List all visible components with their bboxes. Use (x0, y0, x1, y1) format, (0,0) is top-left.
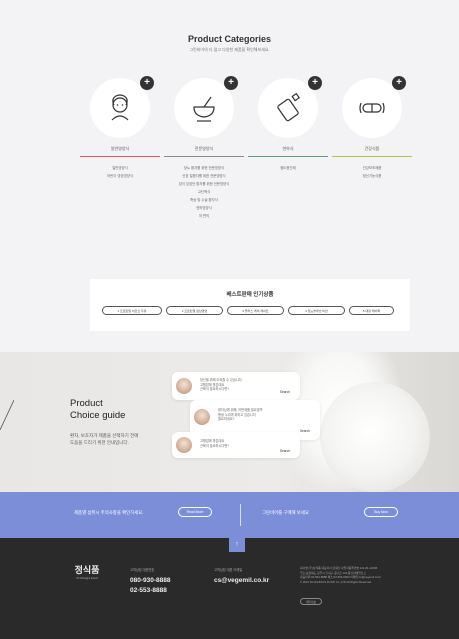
category-underline (80, 156, 160, 157)
category-items: 당뇨 환자를 위한 전문영양식 신장 질환자를 위한 전문영양식 암이 있었던 … (164, 164, 244, 220)
cs-label: 고객상담 대표번호 (130, 568, 155, 572)
guide-card-line: 당신을 위해 도와줄 수 있습니다. (200, 378, 243, 382)
choice-guide-desc-line1: 환자, 보호자가 제품을 선택하기 전에 (70, 433, 139, 438)
guide-card-line: 근육이 필요하시다면? (200, 387, 230, 391)
search-link[interactable]: Search (280, 449, 290, 453)
category-item[interactable]: 어린이 영양영양식 (80, 172, 160, 180)
search-link[interactable]: Search (280, 390, 290, 394)
category-dysphagia[interactable]: + 연하식 점도증진제 (248, 76, 328, 172)
category-item[interactable]: 죽상 및 수술 환자식 (164, 196, 244, 204)
cs-phone-2: 02-553-8888 (130, 587, 167, 594)
best-sellers-title: 베스트판매 인기상품 (226, 292, 274, 298)
choice-guide-title: Product Choice guide (70, 398, 125, 422)
add-icon[interactable]: + (140, 76, 154, 90)
add-icon[interactable]: + (308, 76, 322, 90)
category-item[interactable]: 암이 있었던 환자를 위한 전문영양식 (164, 180, 244, 188)
avatar (176, 378, 192, 394)
read-more-button[interactable]: Read More (178, 507, 212, 517)
category-item[interactable]: 고단백식 (164, 188, 244, 196)
avatar (176, 437, 192, 453)
page: Product Categories 그린비아의 더 많고 다양한 제품을 확인… (0, 0, 459, 639)
guide-card[interactable]: 당신을 위해 도와줄 수 있습니다. 고혈압에 좋은데요 근육이 필요하시다면?… (172, 372, 300, 400)
categories-title: Product Categories (187, 34, 272, 44)
category-underline (164, 156, 244, 157)
category-name: 건강식품 (364, 146, 380, 151)
best-seller-tag[interactable]: 1 프로틴밀 어르신 두유 (102, 306, 162, 315)
category-dysphagia-circle[interactable]: + (258, 76, 322, 138)
category-health-circle[interactable]: + (342, 76, 406, 138)
add-icon[interactable]: + (392, 76, 406, 90)
best-sellers-box: 베스트판매 인기상품 1 프로틴밀 어르신 두유 2 프로틴밀 점심영양 3 플… (90, 279, 410, 331)
category-medical[interactable]: + 전문영양식 당뇨 환자를 위한 전문영양식 신장 질환자를 위한 전문영양식… (164, 76, 244, 220)
guide-card[interactable]: 고혈압에 좋은데요 근육이 필요하시다면? Search (172, 432, 300, 458)
guide-card-text: 환자님께 위해, 어떤제품 필요할까 평생 누리며 위하고 있습니다 필요하세요… (218, 408, 263, 422)
privacy-policy-button[interactable]: 개인정보 (300, 598, 322, 605)
category-item[interactable]: 정신기능식품 (332, 172, 412, 180)
best-seller-tag[interactable]: 4 당뇨솔루션 비만 (288, 306, 345, 315)
cs-phone-1: 080-930-8888 (130, 577, 171, 584)
notice-left-text: 제품별 섭취시 주의사항을 확인하세요. (74, 510, 144, 515)
choice-guide-desc-line2: 도움을 드리기 위한 안내입니다. (70, 440, 129, 445)
footer: ↑ 정식품 Dr.Chung's Food 고객상담 대표번호 080-930-… (0, 538, 459, 639)
category-item[interactable]: 점도증진제 (248, 164, 328, 172)
category-general[interactable]: + 일반영양식 일반영양식 어린이 영양영양식 (80, 76, 160, 180)
best-sellers-tags: 1 프로틴밀 어르신 두유 2 프로틴밀 점심영양 3 플러스 케어 레이트 4… (102, 306, 394, 315)
milk-glass-image (320, 382, 430, 492)
category-item[interactable]: 일반영양식 (80, 164, 160, 172)
notice-divider (240, 504, 241, 526)
category-name: 일반영양식 (110, 146, 130, 151)
category-items: 건강보조제품 정신기능식품 (332, 164, 412, 180)
choice-guide-description: 환자, 보호자가 제품을 선택하기 전에 도움을 드리기 위한 안내입니다. (70, 432, 160, 446)
category-health[interactable]: + 건강식품 건강보조제품 정신기능식품 (332, 76, 412, 180)
company-info: 회사명:(주)정식품 대표이사:김재진 사업자등록번호:121-81-12345… (300, 566, 430, 584)
decorative-line (0, 400, 14, 430)
category-items: 점도증진제 (248, 164, 328, 172)
category-item[interactable]: 연하영양식 (164, 204, 244, 212)
best-seller-tag[interactable]: 2 프로틴밀 점심영양 (166, 306, 223, 315)
pouch-icon (277, 93, 301, 122)
category-medical-circle[interactable]: + (174, 76, 238, 138)
category-name: 연하식 (282, 146, 294, 151)
eldercare-icon (111, 94, 129, 121)
logo-kr: 정식품 (74, 565, 100, 575)
email-label: 고객상담 대표 이메일 (214, 568, 243, 572)
guide-card-line: 환자님께 위해, 어떤제품 필요할까 (218, 408, 263, 412)
notice-bar: 제품별 섭취시 주의사항을 확인하세요. Read More 그린비아를 구매해… (0, 492, 459, 538)
add-icon[interactable]: + (224, 76, 238, 90)
categories-subtitle: 그린비아의 더 많고 다양한 제품을 확인해보세요. (189, 47, 270, 52)
scroll-top-button[interactable]: ↑ (229, 538, 245, 552)
bowl-icon (193, 96, 215, 122)
guide-card-text: 당신을 위해 도와줄 수 있습니다. 고혈압에 좋은데요 근육이 필요하시다면? (200, 378, 243, 392)
choice-guide-title-line2: Choice guide (70, 410, 126, 421)
search-link[interactable]: Search (300, 429, 310, 433)
category-item[interactable]: 신장 질환자를 위한 전문영양식 (164, 172, 244, 180)
category-underline (332, 156, 412, 157)
category-item[interactable]: 건강보조제품 (332, 164, 412, 172)
choice-guide-title-line1: Product (70, 398, 103, 409)
guide-card-line: 근육이 필요하시다면? (200, 443, 230, 448)
logo-en: Dr.Chung's Food (76, 576, 98, 580)
categories-section: Product Categories 그린비아의 더 많고 다양한 제품을 확인… (0, 0, 459, 352)
avatar (194, 409, 210, 425)
company-info-line: © 2021 Dr.CHUNG'S FOOD Co.,LTD All Right… (300, 579, 372, 584)
capsule-icon (359, 102, 385, 114)
cs-email[interactable]: cs@vegemil.co.kr (214, 577, 269, 585)
guide-card-text: 고혈압에 좋은데요 근육이 필요하시다면? (200, 439, 229, 448)
choice-guide-section: Product Choice guide 환자, 보호자가 제품을 선택하기 전… (0, 352, 459, 492)
category-item[interactable]: 당뇨 환자를 위한 전문영양식 (164, 164, 244, 172)
category-item[interactable]: 저 편의 (164, 212, 244, 220)
guide-card-line: 필요하세요? (218, 417, 235, 421)
category-name: 전문영양식 (194, 146, 214, 151)
category-general-circle[interactable]: + (90, 76, 154, 138)
category-items: 일반영양식 어린이 영양영양식 (80, 164, 160, 180)
notice-right-text: 그린비아를 구매해 보세요 (262, 510, 309, 515)
best-seller-tag[interactable]: 5 대장 케어팩 (349, 306, 394, 315)
buy-now-button[interactable]: Buy Now (364, 507, 398, 517)
company-logo[interactable]: 정식품 Dr.Chung's Food (74, 563, 100, 581)
category-underline (248, 156, 328, 157)
best-seller-tag[interactable]: 3 플러스 케어 레이트 (227, 306, 284, 315)
